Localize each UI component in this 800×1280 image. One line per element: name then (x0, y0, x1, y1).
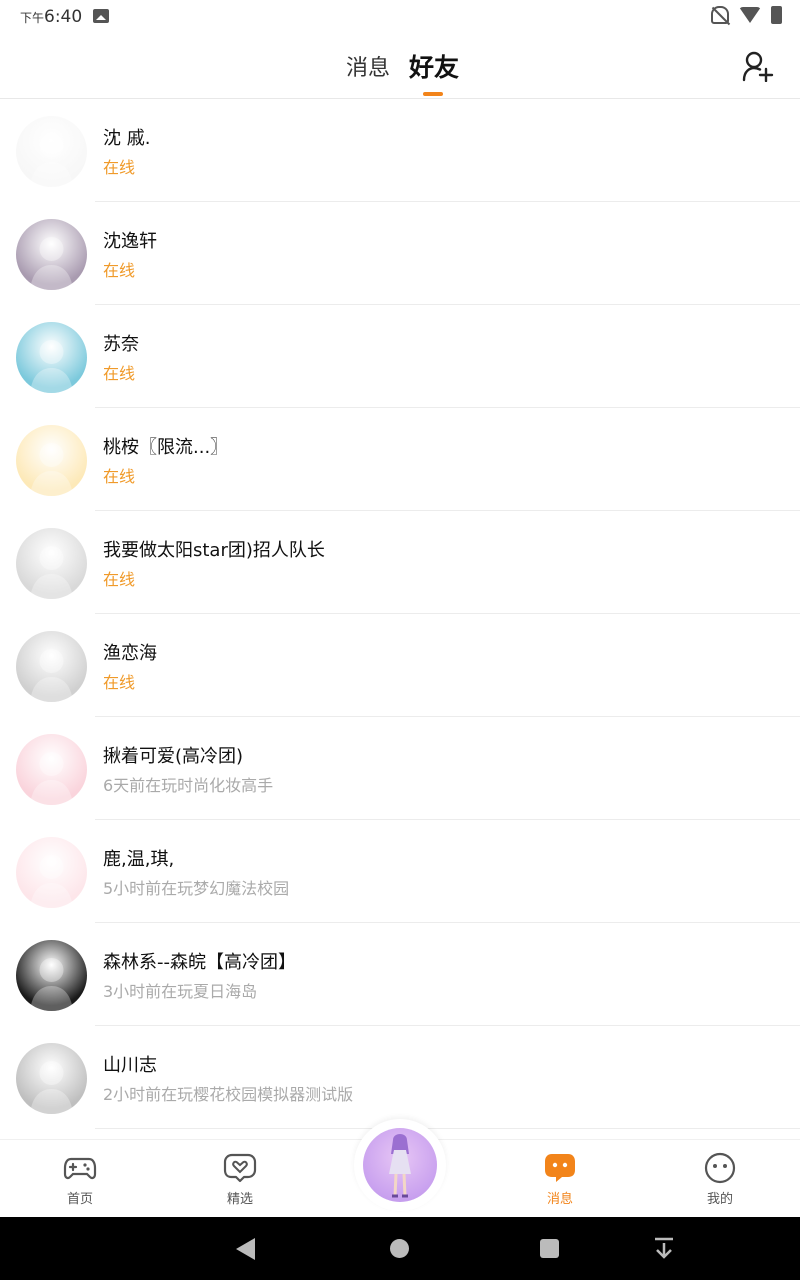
avatar[interactable] (16, 425, 87, 496)
system-nav-bar (0, 1217, 800, 1280)
center-character-button[interactable] (363, 1128, 437, 1202)
wifi-icon (739, 7, 761, 23)
friend-row[interactable]: 我要做太阳star团)招人队长 在线 (0, 511, 800, 614)
tab-indicator (423, 92, 443, 96)
avatar[interactable] (16, 940, 87, 1011)
status-time: 下午6:40 (20, 7, 83, 27)
avatar[interactable] (16, 322, 87, 393)
tab-messages[interactable]: 消息 (346, 50, 390, 82)
battery-icon (771, 6, 782, 24)
avatar[interactable] (16, 528, 87, 599)
gamepad-icon (63, 1157, 97, 1180)
status-bar: 下午6:40 (0, 0, 800, 34)
friend-name: 森林系--森皖【高冷团】 (103, 952, 296, 973)
nav-featured[interactable]: 精选 (200, 1152, 280, 1207)
status-icons (711, 6, 782, 24)
online-status: 在线 (103, 261, 136, 280)
avatar[interactable] (16, 1043, 87, 1114)
friend-row[interactable]: 山川志 2小时前在玩樱花校园模拟器测试版 (0, 1026, 800, 1129)
divider (95, 1128, 800, 1129)
friend-name: 揪着可爱(高冷团) (103, 746, 244, 767)
online-status: 在线 (103, 364, 136, 383)
online-status: 在线 (103, 570, 136, 589)
friend-row[interactable]: 揪着可爱(高冷团) 6天前在玩时尚化妆高手 (0, 717, 800, 820)
last-played-status: 5小时前在玩梦幻魔法校园 (103, 879, 290, 898)
friend-row[interactable]: 苏奈 在线 (0, 305, 800, 408)
friend-row[interactable]: 森林系--森皖【高冷团】 3小时前在玩夏日海岛 (0, 923, 800, 1026)
nav-home[interactable]: 首页 (40, 1152, 120, 1207)
avatar[interactable] (16, 116, 87, 187)
add-user-icon[interactable] (742, 50, 774, 82)
avatar[interactable] (16, 734, 87, 805)
online-status: 在线 (103, 158, 136, 177)
friend-row[interactable]: 沈 戚. 在线 (0, 99, 800, 202)
last-played-status: 6天前在玩时尚化妆高手 (103, 776, 274, 795)
friend-list: 沈 戚. 在线 沈逸轩 在线 苏奈 在线 桃桉〖限流...〗 在线 我要做太阳star团)招人队… (0, 99, 800, 1129)
friend-row[interactable]: 桃桉〖限流...〗 在线 (0, 408, 800, 511)
friend-name: 我要做太阳star团)招人队长 (103, 540, 325, 561)
online-status: 在线 (103, 467, 136, 486)
avatar[interactable] (16, 219, 87, 290)
smiley-icon (704, 1152, 736, 1184)
message-icon (545, 1154, 575, 1182)
heart-chat-icon (223, 1153, 257, 1183)
friend-row[interactable]: 渔恋海 在线 (0, 614, 800, 717)
collapse-down-icon[interactable] (653, 1237, 675, 1261)
friend-name: 山川志 (103, 1055, 157, 1076)
online-status: 在线 (103, 673, 136, 692)
header: 消息 好友 (0, 34, 800, 99)
friend-name: 沈逸轩 (103, 231, 157, 252)
recent-apps-icon[interactable] (540, 1239, 559, 1258)
friend-row[interactable]: 沈逸轩 在线 (0, 202, 800, 305)
friend-row[interactable]: 鹿,温,琪, 5小时前在玩梦幻魔法校园 (0, 820, 800, 923)
nav-messages[interactable]: 消息 (520, 1152, 600, 1207)
friend-name: 苏奈 (103, 334, 139, 355)
back-icon[interactable] (236, 1238, 255, 1260)
bell-off-icon (711, 6, 729, 24)
avatar[interactable] (16, 837, 87, 908)
friend-name: 渔恋海 (103, 643, 157, 664)
last-played-status: 3小时前在玩夏日海岛 (103, 982, 258, 1001)
tab-friends[interactable]: 好友 (409, 48, 459, 84)
image-notification-icon (93, 9, 109, 23)
avatar[interactable] (16, 631, 87, 702)
character-avatar (389, 1134, 411, 1198)
friend-name: 沈 戚. (103, 128, 151, 149)
home-icon[interactable] (390, 1239, 409, 1258)
friend-name: 桃桉〖限流...〗 (103, 437, 229, 458)
nav-profile[interactable]: 我的 (680, 1152, 760, 1207)
last-played-status: 2小时前在玩樱花校园模拟器测试版 (103, 1085, 354, 1104)
friend-name: 鹿,温,琪, (103, 849, 175, 870)
